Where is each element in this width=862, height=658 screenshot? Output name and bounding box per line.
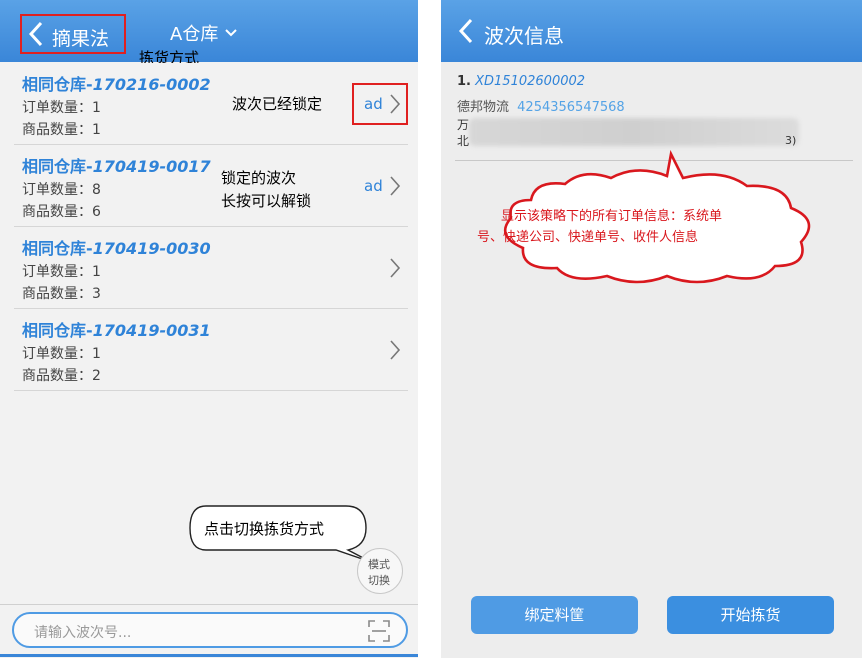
goods-count: 商品数量：3 [22,286,101,302]
wave-row[interactable]: 相同仓库-170419-0031 订单数量：1 商品数量：2 [14,309,408,391]
wave-row[interactable]: 相同仓库-170419-0017 订单数量：8 商品数量：6 ad [14,145,408,227]
order-item[interactable]: 1. XD15102600002 德邦物流 4254356547568 万 北 … [455,72,853,161]
wave-row[interactable]: 相同仓库-170216-0002 订单数量：1 商品数量：1 ad [14,63,408,145]
order-line-3: 万 [457,118,470,132]
goods-count: 商品数量：2 [22,368,101,384]
right-screen: 波次信息 1. XD15102600002 德邦物流 4254356547568… [441,0,862,658]
tracking-no: 4254356547568 [517,100,625,115]
wave-search-input[interactable]: 请输入波次号... [12,612,408,648]
wave-code: 相同仓库-170419-0017 [22,153,211,177]
wave-prefix: 相同仓库- [22,321,93,340]
scan-icon[interactable] [368,620,390,646]
mode-switch-line1: 模式 [368,558,390,571]
warehouse-selector[interactable]: A仓库 [170,20,238,50]
wave-number: 170216-0002 [92,75,211,94]
wave-code: 相同仓库-170216-0002 [22,71,211,95]
annotation-switch: 点击切换拣货方式 [204,520,325,538]
locked-badge: ad [364,177,383,195]
bind-basket-button[interactable]: 绑定料筐 [471,596,638,634]
order-line-4: 北 [457,134,470,148]
wave-code: 相同仓库-170419-0031 [22,317,211,341]
order-line-4-tail: 3) [785,134,797,147]
mode-switch-button[interactable]: 模式 切换 [357,548,403,594]
wave-prefix: 相同仓库- [22,239,93,258]
order-line-1: 1. XD15102600002 [457,74,585,89]
goods-count: 商品数量：6 [22,204,101,220]
wave-number: 170419-0017 [92,157,211,176]
callout-line-2: 号、快递公司、快递单号、收件人信息 [477,230,699,245]
carrier-name: 德邦物流 [457,100,510,115]
order-index: 1. [457,74,471,89]
wave-row[interactable]: 相同仓库-170419-0030 订单数量：1 商品数量：3 [14,227,408,309]
order-count: 订单数量：1 [22,346,101,362]
wave-prefix: 相同仓库- [22,157,93,176]
page-title: 波次信息 [484,24,564,48]
mode-switch-line2: 切换 [368,574,390,587]
chevron-right-icon [389,340,401,364]
wave-number: 170419-0030 [92,239,211,258]
annotation-unlock-1: 锁定的波次 [221,169,297,187]
chevron-down-icon [225,22,238,41]
chevron-right-icon [389,176,401,200]
back-arrow-icon [27,20,45,52]
order-count: 订单数量：1 [22,100,101,116]
order-count: 订单数量：8 [22,182,101,198]
start-picking-button[interactable]: 开始拣货 [667,596,834,634]
annotation-unlock-2: 长按可以解锁 [221,192,312,210]
system-order-no: XD15102600002 [475,74,586,89]
search-placeholder: 请输入波次号... [34,625,132,641]
back-button[interactable]: 摘果法 [20,14,126,54]
wave-number: 170419-0031 [92,321,211,340]
goods-count: 商品数量：1 [22,122,101,138]
back-arrow-icon[interactable] [457,17,475,49]
chevron-right-icon [389,94,401,118]
redacted-blur [469,118,799,146]
pick-mode-label: 摘果法 [52,28,110,50]
annotation-locked: 波次已经锁定 [232,95,323,113]
order-count: 订单数量：1 [22,264,101,280]
chevron-right-icon [389,258,401,282]
warehouse-label: A仓库 [170,24,219,45]
locked-badge: ad [364,95,383,113]
wave-code: 相同仓库-170419-0030 [22,235,211,259]
left-screen: 摘果法 A仓库 拣货方式 相同仓库-170216-0002 订单数量：1 商品数… [0,0,418,658]
callout-line-1: 显示该策略下的所有订单信息：系统单 [501,209,723,224]
order-line-2: 德邦物流 4254356547568 [457,96,625,115]
wave-prefix: 相同仓库- [22,75,93,94]
bottom-accent-line [0,654,418,657]
